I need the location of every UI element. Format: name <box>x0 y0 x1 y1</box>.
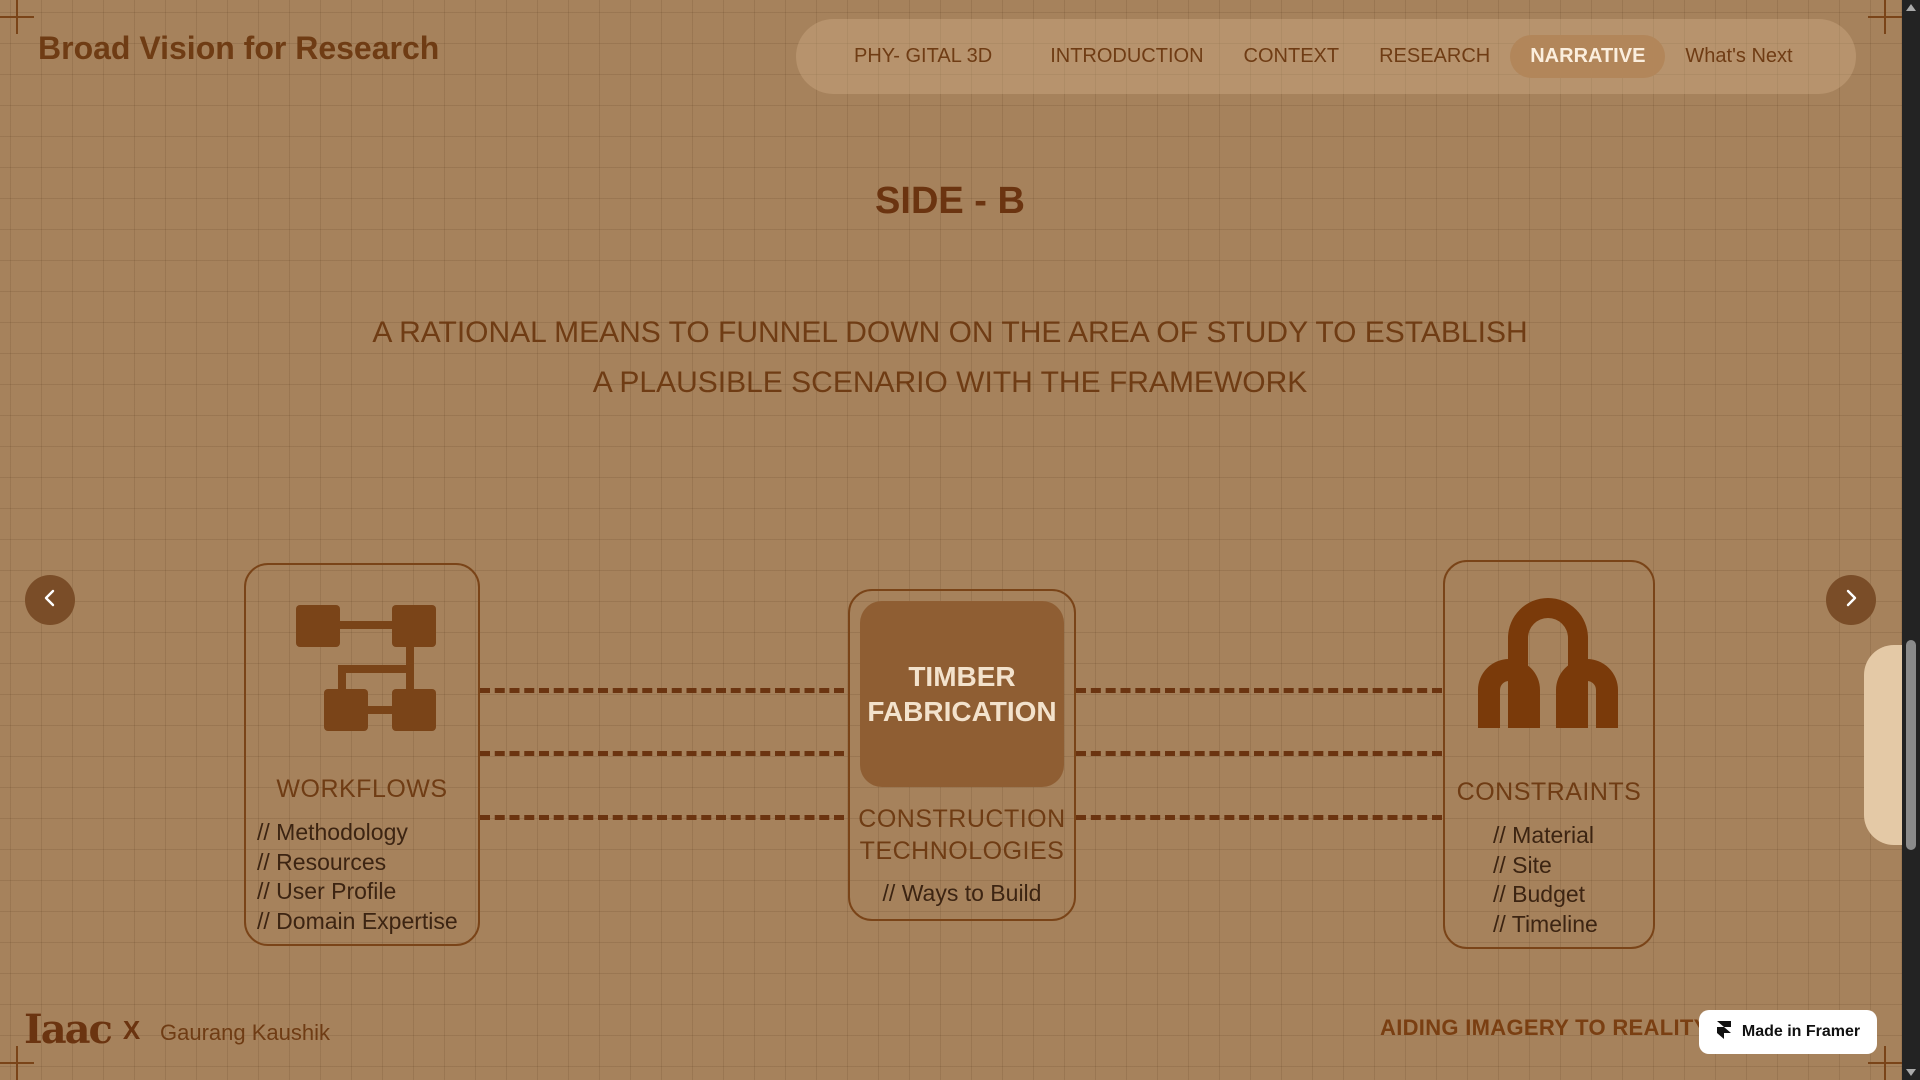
connector-line-right-1 <box>1076 688 1442 693</box>
workflows-label: WORKFLOWS <box>276 775 448 803</box>
corner-mark-top-right <box>1868 0 1902 34</box>
scroll-down-arrow-icon[interactable] <box>1906 1069 1916 1076</box>
constraints-list: // Material // Site // Budget // Timelin… <box>1493 821 1598 939</box>
nav-item-context[interactable]: CONTEXT <box>1224 35 1360 78</box>
side-panel-tab[interactable] <box>1864 645 1904 845</box>
site-brand[interactable]: Broad Vision for Research <box>38 30 439 67</box>
made-in-framer-badge[interactable]: Made in Framer <box>1699 1010 1877 1054</box>
list-item: // Site <box>1493 851 1552 878</box>
nav-item-research[interactable]: RESEARCH <box>1359 35 1510 78</box>
constraints-icon <box>1478 598 1618 733</box>
subtitle-line-2: A PLAUSIBLE SCENARIO WITH THE FRAMEWORK <box>592 366 1308 399</box>
chevron-left-icon <box>40 588 60 613</box>
nav-item-phygital-3d[interactable]: PHY- GITAL 3D <box>834 35 1012 78</box>
framer-badge-label: Made in Framer <box>1741 1023 1861 1040</box>
construction-technologies-label: CONSTRUCTION TECHNOLOGIES <box>850 803 1074 867</box>
scrollbar-thumb[interactable] <box>1906 640 1916 850</box>
workflows-card: WORKFLOWS // Methodology // Resources //… <box>244 563 480 946</box>
workflow-icon <box>294 603 438 738</box>
timber-label-line-2: FABRICATION <box>867 696 1057 727</box>
section-subtitle: A RATIONAL MEANS TO FUNNEL DOWN ON THE A… <box>300 308 1600 408</box>
connector-line-right-3 <box>1076 815 1442 820</box>
main-nav: PHY- GITAL 3D INTRODUCTION CONTEXT RESEA… <box>796 19 1856 94</box>
collab-x: X <box>122 1015 141 1045</box>
constraints-label: CONSTRAINTS <box>1456 778 1642 806</box>
corner-mark-top-left <box>0 0 34 34</box>
list-item: // Methodology <box>257 819 408 845</box>
author-name: Gaurang Kaushik <box>160 1020 330 1045</box>
connector-line-left-2 <box>480 751 844 756</box>
list-item: // User Profile <box>257 878 397 904</box>
subtitle-line-1: A RATIONAL MEANS TO FUNNEL DOWN ON THE A… <box>372 316 1528 349</box>
scrollbar[interactable] <box>1902 0 1920 1080</box>
constraints-card: CONSTRAINTS // Material // Site // Budge… <box>1443 560 1655 949</box>
timber-label-line-1: TIMBER <box>908 661 1016 692</box>
carousel-prev-button[interactable] <box>25 575 75 625</box>
iaac-logo[interactable]: Iaac X <box>24 1010 140 1050</box>
list-item: // Ways to Build <box>882 880 1042 906</box>
nav-item-introduction[interactable]: INTRODUCTION <box>1030 35 1223 78</box>
iaac-logo-text: Iaac <box>24 1006 113 1053</box>
framer-icon <box>1716 1020 1732 1045</box>
connector-line-left-3 <box>480 815 844 820</box>
section-title: SIDE - B <box>875 180 1025 222</box>
center-label-line-2: TECHNOLOGIES <box>859 837 1065 865</box>
center-label-line-1: CONSTRUCTION <box>858 805 1066 833</box>
nav-item-narrative[interactable]: NARRATIVE <box>1510 35 1666 78</box>
list-item: // Resources <box>257 848 387 875</box>
list-item: // Material <box>1493 822 1594 848</box>
construction-technologies-card: TIMBER FABRICATION CONSTRUCTION TECHNOLO… <box>848 589 1076 921</box>
tagline: AIDING IMAGERY TO REALITY <box>1380 1015 1709 1040</box>
chevron-right-icon <box>1841 588 1861 613</box>
center-list: // Ways to Build <box>850 879 1074 909</box>
carousel-next-button[interactable] <box>1826 575 1876 625</box>
nav-item-whats-next[interactable]: What's Next <box>1665 35 1812 78</box>
connector-line-right-2 <box>1076 751 1442 756</box>
scroll-up-arrow-icon[interactable] <box>1906 4 1916 11</box>
list-item: // Domain Expertise <box>257 907 458 934</box>
list-item: // Timeline <box>1493 910 1598 937</box>
timber-fabrication-box[interactable]: TIMBER FABRICATION <box>860 601 1064 787</box>
connector-line-left-1 <box>480 688 844 693</box>
list-item: // Budget <box>1493 881 1586 907</box>
workflows-list: // Methodology // Resources // User Prof… <box>257 818 458 936</box>
